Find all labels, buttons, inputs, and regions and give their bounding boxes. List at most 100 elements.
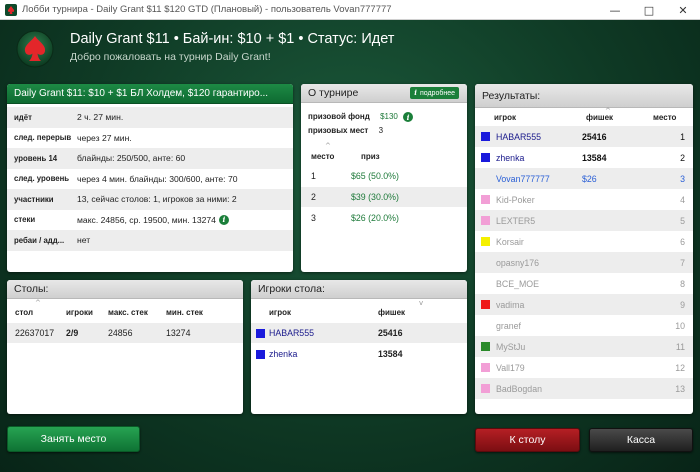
results-row[interactable]: vadima 9 (475, 294, 693, 315)
info-icon[interactable]: i (218, 214, 229, 225)
results-player-name: opasny176 (496, 257, 540, 268)
results-row[interactable]: zhenka 13584 2 (475, 147, 693, 168)
tournament-info-rows: идёт 2 ч. 27 мин. след. перерыв через 27 ми… (7, 107, 293, 251)
info-row-key: уровень 14 (14, 153, 58, 163)
details-button[interactable]: i подробнее (410, 87, 459, 99)
results-row[interactable]: BadBogdan 13 (475, 378, 693, 399)
results-player-place: 9 (680, 299, 685, 310)
info-row: след. перерыв через 27 мин. (7, 128, 293, 149)
prize-place: 3 (311, 213, 316, 223)
player-note-color-icon (481, 258, 490, 267)
results-player-place: 7 (680, 257, 685, 268)
results-player-name: BadBogdan (496, 383, 542, 394)
spade-logo-icon (16, 30, 54, 68)
tables-title: Столы: (7, 280, 243, 299)
tables-panel: Столы: ^ стол игроки макс. стек мин. сте… (7, 280, 243, 414)
info-icon[interactable]: i (403, 112, 414, 122)
results-player-place: 12 (675, 362, 685, 373)
results-player-place: 6 (680, 236, 685, 247)
table-players-col-player: игрок (269, 308, 292, 317)
results-row[interactable]: MyStJu 11 (475, 336, 693, 357)
maximize-icon[interactable]: □ (632, 0, 666, 20)
player-note-color-icon (256, 349, 265, 359)
prize-places-line: призовых мест 3 (308, 126, 383, 135)
prize-pool-label: призовой фонд (308, 112, 370, 122)
results-col-chips: фишек (586, 113, 614, 122)
to-table-button[interactable]: К столу (475, 428, 580, 452)
prize-pool-line: призовой фонд $130 i (308, 112, 414, 122)
tables-row-id: 22637017 (15, 328, 55, 338)
window-title: Лобби турнира - Daily Grant $11 $120 GTD… (22, 4, 392, 15)
table-player-row[interactable]: HABAR555 25416 (251, 323, 467, 343)
cashier-button[interactable]: Касса (589, 428, 693, 452)
minimize-icon[interactable]: — (598, 0, 632, 20)
results-player-chips: 25416 (582, 131, 607, 142)
player-note-color-icon (481, 384, 490, 393)
tables-row[interactable]: 22637017 2/9 24856 13274 (7, 323, 243, 343)
player-note-color-icon (481, 342, 490, 351)
results-row[interactable]: opasny176 7 (475, 252, 693, 273)
results-player-name: Korsair (496, 236, 524, 247)
table-players-col-chips: фишек (378, 308, 406, 317)
prize-amount: $26 (20.0%) (351, 213, 399, 223)
tables-row-players: 2/9 (66, 328, 79, 338)
results-title: Результаты: (475, 84, 693, 108)
table-player-row[interactable]: zhenka 13584 (251, 344, 467, 364)
results-player-place: 5 (680, 215, 685, 226)
results-player-place: 10 (675, 320, 685, 331)
results-row[interactable]: Vall179 12 (475, 357, 693, 378)
close-icon[interactable]: ✕ (666, 0, 700, 20)
results-player-place: 3 (680, 173, 685, 184)
info-row-value: через 27 мин. (77, 132, 132, 143)
tables-col-max: макс. стек (108, 308, 148, 317)
results-row[interactable]: Korsair 6 (475, 231, 693, 252)
info-row-key: след. уровень (14, 174, 70, 184)
results-player-chips: 13584 (582, 152, 607, 163)
table-players-title: Игроки стола: (251, 280, 467, 299)
results-player-name: LEXTER5 (496, 215, 536, 226)
info-row: идёт 2 ч. 27 мин. (7, 107, 293, 128)
info-row: ребаи / адд... нет (7, 230, 293, 251)
sort-arrow-icon: ^ (325, 142, 331, 150)
results-player-place: 1 (680, 131, 685, 142)
info-row-value: 2 ч. 27 мин. (77, 112, 124, 123)
info-row: участники 13, сейчас столов: 1, игроков з… (7, 189, 293, 210)
about-tournament-panel: О турнире i подробнее призовой фонд $130 … (301, 84, 467, 272)
tables-row-max: 24856 (108, 328, 133, 338)
results-row[interactable]: Kid-Poker 4 (475, 189, 693, 210)
results-col-place: место (653, 113, 677, 122)
info-row-value: через 4 мин. блайнды: 300/600, анте: 70 (77, 173, 238, 184)
tables-col-min: мин. стек (166, 308, 203, 317)
player-note-color-icon (481, 300, 490, 309)
info-row-key: идёт (14, 112, 32, 122)
player-note-color-icon (256, 328, 265, 338)
prize-place: 1 (311, 171, 316, 181)
prize-places-value: 3 (378, 126, 384, 135)
prize-amount: $39 (30.0%) (351, 192, 399, 202)
prize-places-label: призовых мест (308, 126, 369, 135)
info-row: уровень 14 блайнды: 250/500, анте: 60 (7, 148, 293, 169)
results-player-name: MyStJu (496, 341, 526, 352)
results-row[interactable]: BCE_MOE 8 (475, 273, 693, 294)
info-row-key: след. перерыв (14, 133, 72, 143)
results-row[interactable]: granef 10 (475, 315, 693, 336)
tables-row-min: 13274 (166, 328, 191, 338)
results-row[interactable]: LEXTER5 5 (475, 210, 693, 231)
results-row[interactable]: HABAR555 25416 1 (475, 126, 693, 147)
prize-col-prize: приз (361, 152, 380, 161)
player-note-color-icon (481, 216, 490, 225)
info-row-key: участники (14, 194, 54, 204)
results-player-place: 13 (675, 383, 685, 394)
results-panel: Результаты: ^ игрок фишек место HABAR555… (475, 84, 693, 414)
results-player-place: 2 (680, 152, 685, 163)
info-row-value: нет (77, 235, 91, 246)
take-seat-button[interactable]: Занять место (7, 426, 140, 452)
app-icon (5, 3, 17, 16)
window-controls: — □ ✕ (598, 0, 700, 20)
results-row[interactable]: Vovan777777 $26 3 (475, 168, 693, 189)
results-player-place: 4 (680, 194, 685, 205)
results-player-name: zhenka (496, 152, 525, 163)
player-note-color-icon (481, 195, 490, 204)
header-subtitle: Добро пожаловать на турнир Daily Grant! (70, 51, 271, 63)
results-player-name: HABAR555 (496, 131, 541, 142)
